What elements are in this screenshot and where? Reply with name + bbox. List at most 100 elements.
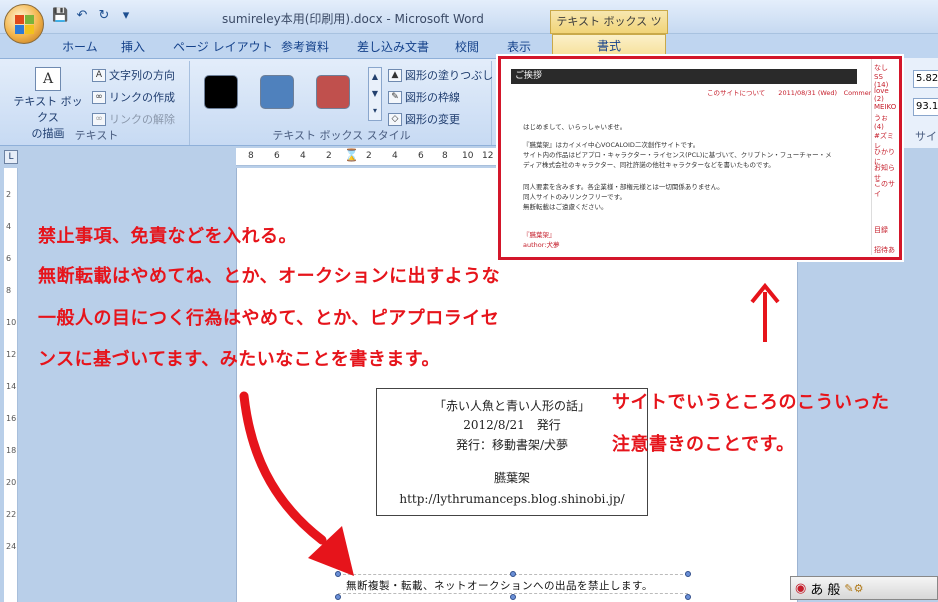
ime-mode[interactable]: あ [810, 579, 823, 598]
draw-textbox-button[interactable]: A テキスト ボックス の描画 [8, 67, 88, 140]
resize-handle[interactable] [685, 571, 691, 577]
tab-review[interactable]: 校閲 [455, 38, 479, 55]
create-link-label: リンクの作成 [109, 91, 175, 104]
ruler-tick: 20 [6, 478, 17, 487]
text-direction-button[interactable]: A 文字列の方向 [92, 67, 175, 83]
ruler-tick: 6 [418, 151, 424, 161]
resize-handle[interactable] [510, 594, 516, 600]
width-field[interactable]: 93.13 [913, 98, 938, 116]
ruler-tick: 12 [6, 350, 17, 359]
inset-side-item: 招待あ [874, 246, 895, 254]
annotation-side-line: 注意書きのことです。 [612, 434, 795, 455]
break-link-label: リンクの解除 [109, 113, 175, 126]
ruler-tick: 2 [366, 151, 372, 161]
ruler-tick: 10 [462, 151, 474, 161]
paint-bucket-icon: ▲ [388, 68, 402, 82]
height-field[interactable]: 5.82 [913, 70, 938, 88]
text-direction-icon: A [92, 68, 106, 82]
style-group-label: テキスト ボックス スタイル [272, 129, 411, 142]
annotation-side-line: サイトでいうところのこういった [612, 392, 890, 413]
inset-text: 『臙葉架』はカイメイ中心VOCALOID二次創作サイトです。 [523, 141, 700, 149]
inset-sidebar: なし SS (14) love (2) MEIKO うぉ (4) #ズミレ ひか… [871, 59, 899, 255]
tab-selector[interactable]: L [4, 150, 18, 164]
annotation-line: 一般人の目につく行為はやめて、とか、ピアプロライセ [38, 308, 500, 329]
office-button[interactable] [4, 4, 44, 44]
tab-view[interactable]: 表示 [507, 38, 531, 55]
size-group-label: サイ [915, 130, 937, 143]
ribbon-tabs: ホーム 挿入 ページ レイアウト 参考資料 差し込み文書 校閲 表示 書式 [0, 34, 938, 58]
inset-header: ご挨拶 [511, 69, 857, 84]
ruler-tick: 16 [6, 414, 17, 423]
arrow-down-icon [239, 391, 354, 576]
colophon-circle: 臙葉架 [493, 471, 530, 485]
style-gallery-scroll[interactable]: ▲ ▼ ▾ [368, 67, 382, 121]
undo-icon[interactable]: ↶ [74, 8, 90, 24]
save-icon[interactable]: 💾 [52, 8, 68, 24]
arrow-up-icon [750, 282, 780, 342]
shapes-icon: ◇ [388, 112, 402, 126]
inset-text: 同人要素を含みます。各企業様・部権元様とは一切関係ありません。 [523, 183, 724, 191]
ime-icon[interactable]: ◉ [795, 581, 806, 596]
inset-side-item: うぉ (4) [874, 114, 888, 131]
office-logo-icon [15, 15, 35, 35]
redo-icon[interactable]: ↻ [96, 8, 112, 24]
customize-qat-icon[interactable]: ▾ [118, 8, 134, 24]
style-swatch-black[interactable] [204, 75, 238, 109]
ruler-tick: 12 [482, 151, 494, 161]
colophon-textbox[interactable]: 「赤い人魚と青い人形の話」 2012/8/21 発行 発行：移動書架/犬夢 臙葉… [376, 388, 648, 516]
ime-language-bar: ◉ あ 般 ✎⚙ [790, 576, 938, 600]
horizontal-ruler[interactable]: 8 6 4 2 ⌛ 2 4 6 8 10 12 [236, 148, 498, 166]
website-screenshot: ご挨拶 このサイトについて 2011/08/31 (Wed) Comment(0… [498, 56, 902, 260]
shape-fill-label: 図形の塗りつぶし [405, 69, 494, 82]
ruler-tick: 2 [326, 151, 332, 161]
create-link-button[interactable]: ∞ リンクの作成 [92, 89, 175, 105]
window-title: sumireley本用(印刷用).docx - Microsoft Word [222, 12, 484, 26]
tab-mailings[interactable]: 差し込み文書 [357, 38, 429, 55]
inset-side-item: love (2) [874, 87, 889, 103]
tab-format[interactable]: 書式 [552, 34, 666, 58]
style-swatch-blue[interactable] [260, 75, 294, 109]
inset-side-item: 目録 [874, 226, 888, 234]
text-direction-label: 文字列の方向 [109, 69, 175, 82]
textbox-style-group: ▲ ▼ ▾ ▲ 図形の塗りつぶし ✎ 図形の枠線 ◇ 図形の変更 テキスト ボックス… [192, 61, 493, 145]
shape-outline-button[interactable]: ✎ 図形の枠線 [388, 89, 460, 105]
tab-page-layout[interactable]: ページ レイアウト [173, 38, 273, 55]
tab-references[interactable]: 参考資料 [281, 38, 329, 55]
inset-text: 無断転載はご遠慮ください。 [523, 203, 608, 211]
break-link-button[interactable]: ∞ リンクの解除 [92, 111, 175, 127]
notice-textbox[interactable]: 無断複製・転載、ネットオークションへの出品を禁止します。 [338, 574, 688, 594]
ruler-tick: 8 [6, 286, 12, 295]
tab-home[interactable]: ホーム [62, 38, 98, 55]
text-group-label: テキスト [74, 129, 119, 142]
ruler-tick: 22 [6, 510, 17, 519]
tab-insert[interactable]: 挿入 [121, 38, 145, 55]
ruler-tick: 18 [6, 446, 17, 455]
ime-kanji[interactable]: 般 [827, 579, 840, 598]
inset-side-item: このサイ [874, 180, 895, 198]
ruler-tick: 4 [300, 151, 306, 161]
vertical-ruler[interactable]: 2 4 6 8 10 12 14 16 18 20 22 24 [4, 168, 18, 602]
inset-signature: 『臙葉架』 [523, 231, 556, 239]
annotation-line: 無断転載はやめてね、とか、オークションに出すような [38, 266, 501, 287]
shape-fill-button[interactable]: ▲ 図形の塗りつぶし [388, 67, 493, 83]
ruler-tick: 4 [6, 222, 12, 231]
inset-side-item: なし [874, 64, 888, 72]
resize-handle[interactable] [685, 594, 691, 600]
ruler-tick: 14 [6, 382, 17, 391]
inset-side-item: MEIKO [874, 103, 897, 111]
ruler-tick: 6 [274, 151, 280, 161]
inset-text: はじめまして、いらっしゃいませ。 [523, 123, 627, 131]
inset-signature: author:犬夢 [523, 241, 560, 249]
ime-tools-icon[interactable]: ✎⚙ [844, 582, 863, 595]
inset-text: 同人サイトのみリンクフリーです。 [523, 193, 626, 201]
change-shape-button[interactable]: ◇ 図形の変更 [388, 111, 460, 127]
resize-handle[interactable] [510, 571, 516, 577]
resize-handle[interactable] [335, 594, 341, 600]
change-shape-label: 図形の変更 [405, 113, 460, 126]
colophon-publisher: 発行：移動書架/犬夢 [455, 438, 569, 452]
style-swatch-red[interactable] [316, 75, 350, 109]
inset-nav: このサイトについて 2011/08/31 (Wed) Comment(0) [707, 89, 885, 97]
draw-textbox-label-1: テキスト ボックス [13, 95, 83, 124]
indent-marker-icon[interactable]: ⌛ [344, 148, 359, 162]
annotation-line: ンスに基づいてます、みたいなことを書きます。 [38, 349, 440, 370]
